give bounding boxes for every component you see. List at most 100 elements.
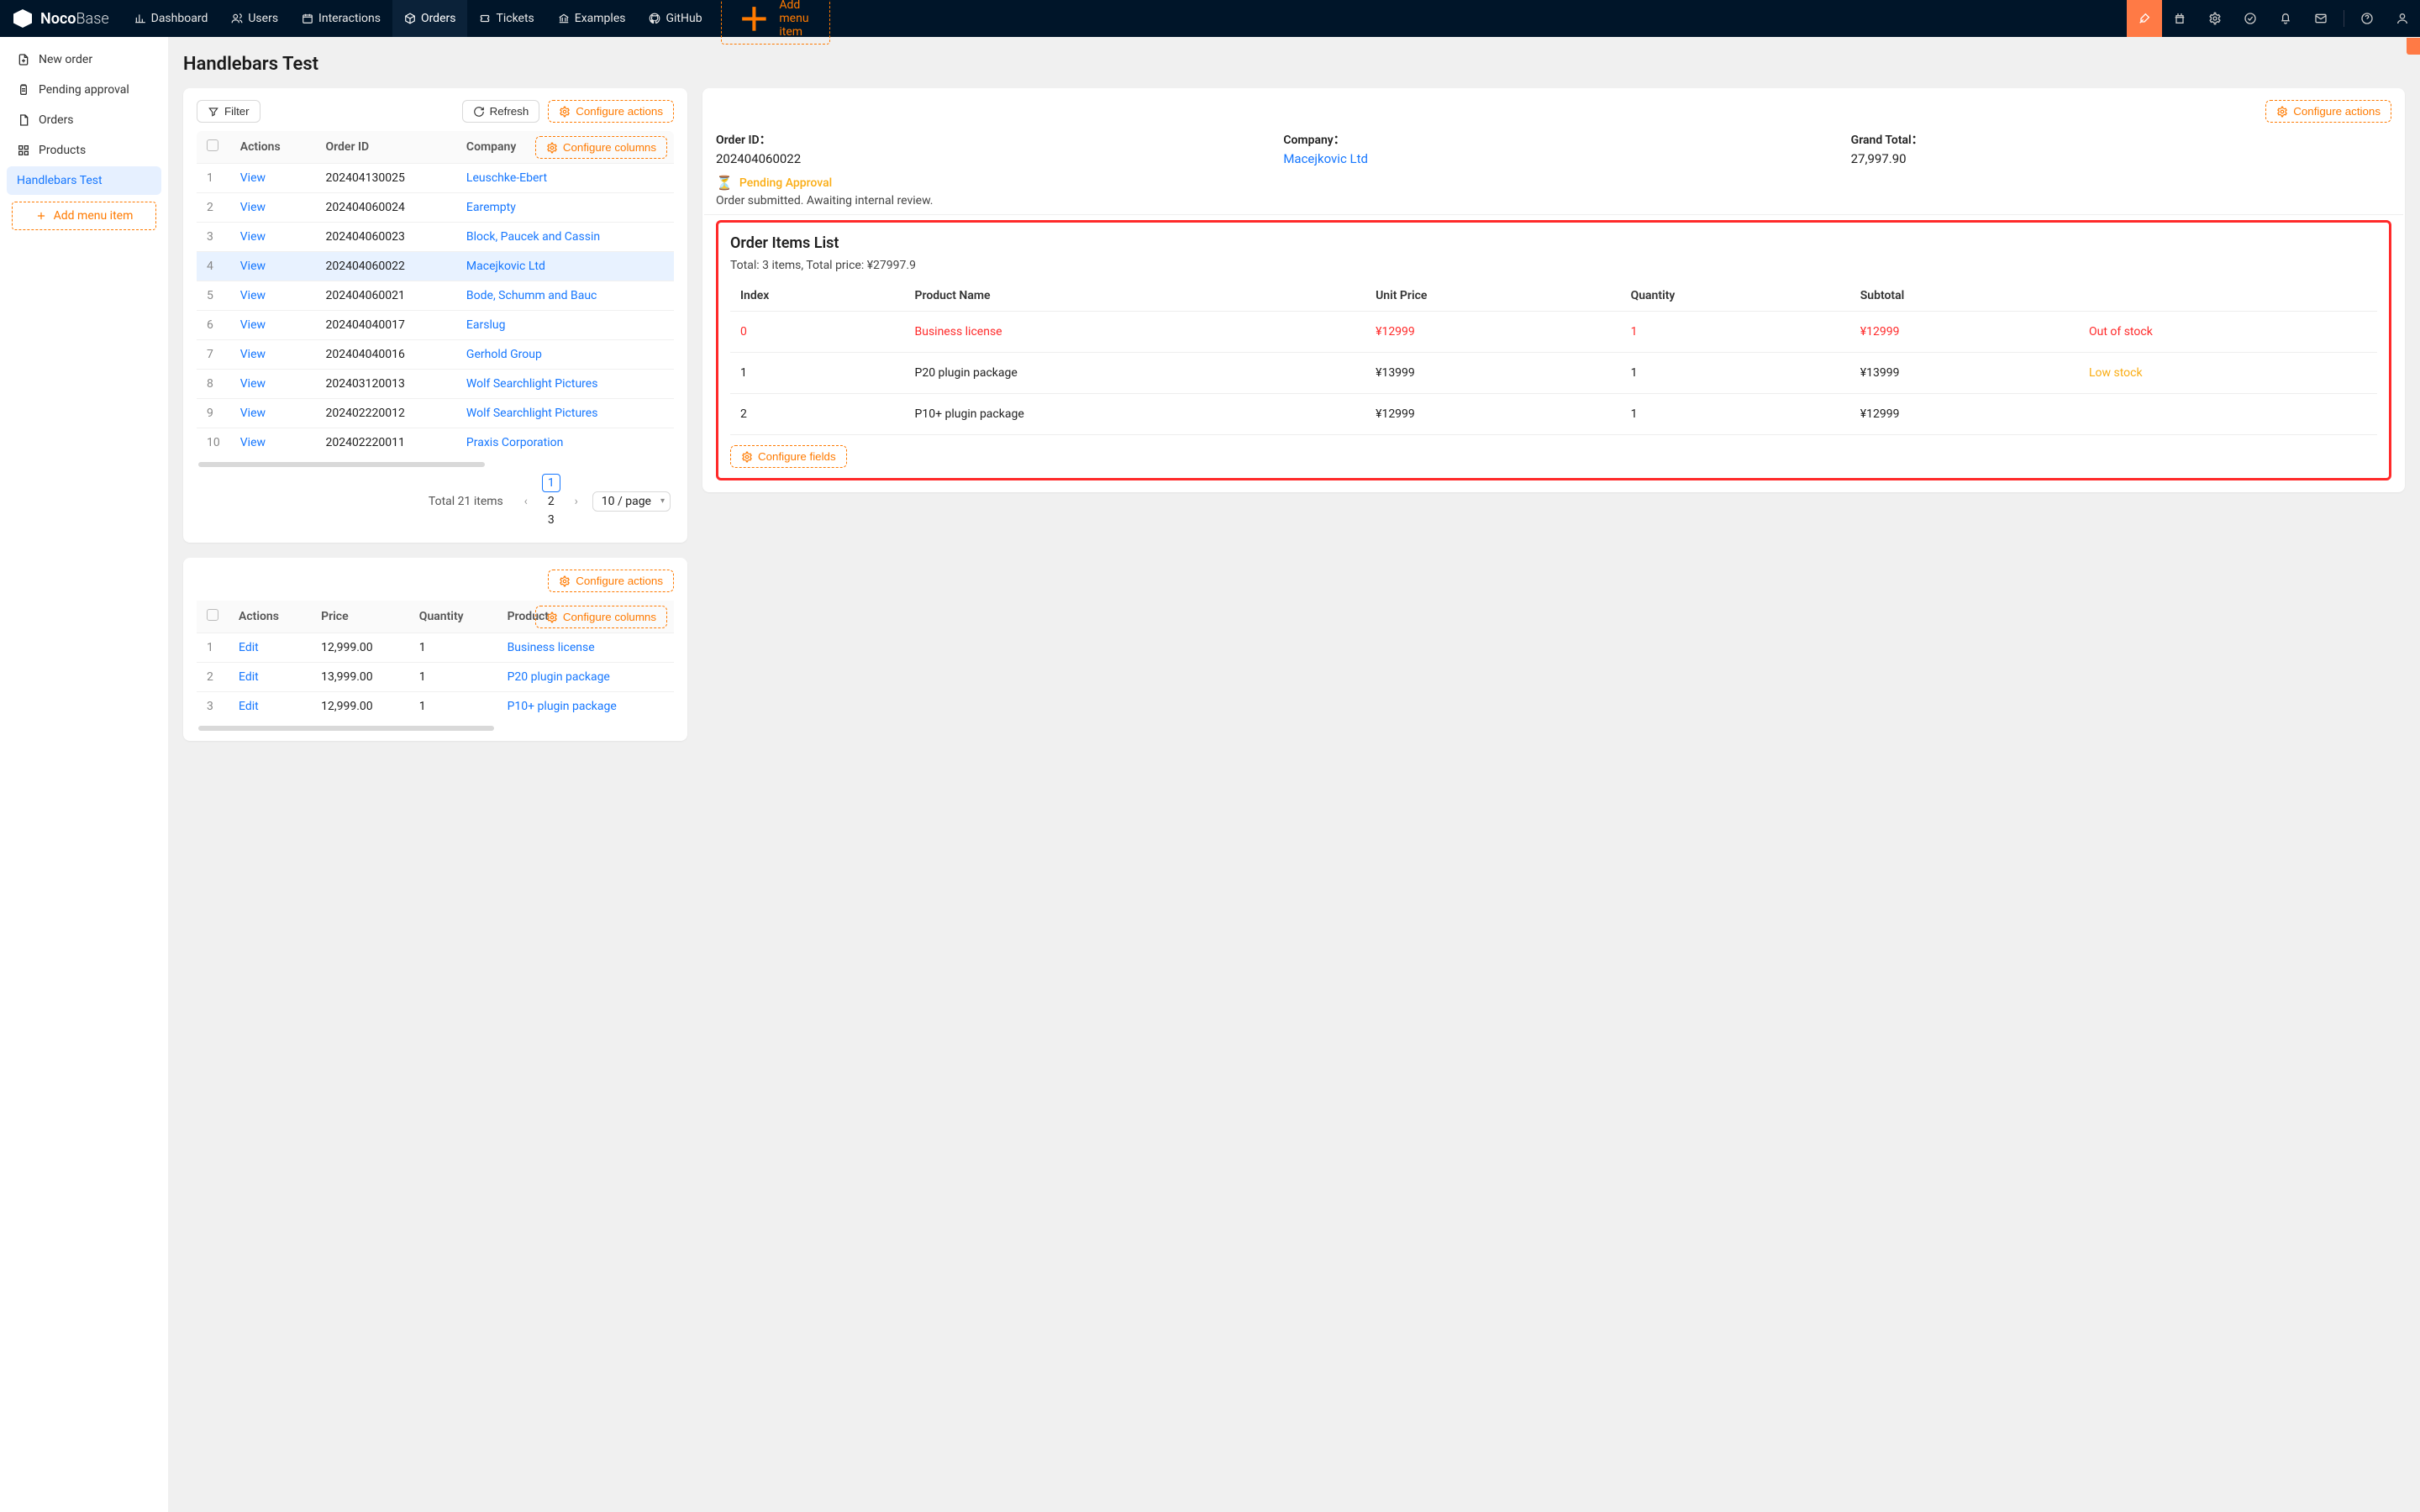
order-id-cell: 202404060024 bbox=[315, 193, 455, 223]
page-icon bbox=[17, 113, 30, 127]
table-row[interactable]: 9View202402220012Wolf Searchlight Pictur… bbox=[197, 399, 674, 428]
content-area: Handlebars Test Filter Refresh bbox=[168, 37, 2420, 1512]
product-link[interactable]: P20 plugin package bbox=[508, 670, 610, 684]
view-link[interactable]: View bbox=[240, 201, 266, 214]
view-link[interactable]: View bbox=[240, 230, 266, 244]
brand-logo[interactable]: NocoBase bbox=[0, 9, 123, 28]
item-row: 1P20 plugin package¥139991¥13999Low stoc… bbox=[730, 353, 2377, 394]
order-id-cell: 202404060022 bbox=[315, 252, 455, 281]
select-all-checkbox[interactable] bbox=[207, 609, 218, 621]
company-link[interactable]: Wolf Searchlight Pictures bbox=[466, 377, 598, 391]
company-link[interactable]: Leuschke-Ebert bbox=[466, 171, 547, 185]
topnav-item-interactions[interactable]: Interactions bbox=[290, 0, 392, 37]
row-index: 4 bbox=[197, 252, 230, 281]
page-number[interactable]: 1 bbox=[542, 474, 560, 492]
table-row[interactable]: 3View202404060023Block, Paucek and Cassi… bbox=[197, 223, 674, 252]
company-link[interactable]: Earslug bbox=[466, 318, 506, 332]
edit-link[interactable]: Edit bbox=[239, 670, 259, 684]
configure-actions-button[interactable]: Configure actions bbox=[548, 570, 674, 592]
sidebar-item-products[interactable]: Products bbox=[7, 136, 161, 165]
view-link[interactable]: View bbox=[240, 289, 266, 302]
highlight-icon[interactable] bbox=[2127, 0, 2162, 37]
add-menu-item-top[interactable]: Add menu item bbox=[721, 0, 831, 45]
topnav-item-dashboard[interactable]: Dashboard bbox=[123, 0, 220, 37]
table-row[interactable]: 1View202404130025Leuschke-Ebert bbox=[197, 164, 674, 193]
sidebar-item-label: New order bbox=[39, 53, 92, 66]
horizontal-scrollbar[interactable] bbox=[198, 726, 494, 731]
sidebar-item-handlebars-test[interactable]: Handlebars Test bbox=[7, 166, 161, 195]
page-next[interactable]: › bbox=[567, 492, 586, 511]
topnav-item-github[interactable]: GitHub bbox=[637, 0, 713, 37]
page-size-select[interactable]: 10 / page bbox=[592, 491, 671, 512]
topnav-item-tickets[interactable]: Tickets bbox=[467, 0, 545, 37]
sidebar-item-pending-approval[interactable]: Pending approval bbox=[7, 76, 161, 104]
table-row[interactable]: 7View202404040016Gerhold Group bbox=[197, 340, 674, 370]
label-grand-total: Grand Total： bbox=[1851, 131, 2391, 148]
company-link[interactable]: Macejkovic Ltd bbox=[466, 260, 545, 273]
user-icon[interactable] bbox=[2385, 0, 2420, 37]
view-link[interactable]: View bbox=[240, 377, 266, 391]
edit-link[interactable]: Edit bbox=[239, 641, 259, 654]
company-link[interactable]: Wolf Searchlight Pictures bbox=[466, 407, 598, 420]
table-row[interactable]: 5View202404060021Bode, Schumm and Bauc bbox=[197, 281, 674, 311]
table-row[interactable]: 4 View 202404060022 Macejkovic Ltd bbox=[197, 252, 674, 281]
calendar-icon bbox=[302, 13, 313, 24]
topnav-item-users[interactable]: Users bbox=[219, 0, 290, 37]
bookmark-tab-icon[interactable] bbox=[2407, 38, 2420, 55]
page-number[interactable]: 2 bbox=[542, 492, 560, 511]
page-prev[interactable]: ‹ bbox=[517, 492, 535, 511]
bell-icon[interactable] bbox=[2268, 0, 2303, 37]
configure-fields-button[interactable]: Configure fields bbox=[730, 445, 847, 468]
check-circle-icon[interactable] bbox=[2233, 0, 2268, 37]
product-link[interactable]: Business license bbox=[508, 641, 595, 654]
view-link[interactable]: View bbox=[240, 260, 266, 273]
view-link[interactable]: View bbox=[240, 436, 266, 449]
product-link[interactable]: P10+ plugin package bbox=[508, 700, 617, 713]
clipboard-icon bbox=[17, 83, 30, 97]
mail-icon[interactable] bbox=[2303, 0, 2338, 37]
view-link[interactable]: View bbox=[240, 318, 266, 332]
view-link[interactable]: View bbox=[240, 171, 266, 185]
sidebar-item-orders[interactable]: Orders bbox=[7, 106, 161, 134]
table-row[interactable]: 8View202403120013Wolf Searchlight Pictur… bbox=[197, 370, 674, 399]
refresh-button[interactable]: Refresh bbox=[462, 100, 540, 123]
company-link[interactable]: Praxis Corporation bbox=[466, 436, 563, 449]
value-company-link[interactable]: Macejkovic Ltd bbox=[1283, 151, 1823, 166]
table-row[interactable]: 3Edit12,999.001P10+ plugin package bbox=[197, 692, 674, 722]
order-id-cell: 202404060023 bbox=[315, 223, 455, 252]
refresh-icon bbox=[473, 106, 485, 118]
topnav-label: Users bbox=[248, 12, 278, 25]
configure-columns-button[interactable]: Configure columns bbox=[535, 606, 667, 628]
configure-columns-button[interactable]: Configure columns bbox=[535, 136, 667, 159]
topnav-item-examples[interactable]: Examples bbox=[546, 0, 638, 37]
order-id-cell: 202404040016 bbox=[315, 340, 455, 370]
table-row[interactable]: 2View202404060024Earempty bbox=[197, 193, 674, 223]
filter-button[interactable]: Filter bbox=[197, 100, 260, 123]
help-icon[interactable] bbox=[2349, 0, 2385, 37]
company-link[interactable]: Block, Paucek and Cassin bbox=[466, 230, 600, 244]
page-number[interactable]: 3 bbox=[542, 511, 560, 529]
plugin-icon[interactable] bbox=[2162, 0, 2197, 37]
users-icon bbox=[231, 13, 243, 24]
table-row[interactable]: 2Edit13,999.001P20 plugin package bbox=[197, 663, 674, 692]
table-row[interactable]: 6View202404040017Earslug bbox=[197, 311, 674, 340]
company-link[interactable]: Bode, Schumm and Bauc bbox=[466, 289, 597, 302]
sidebar-item-label: Pending approval bbox=[39, 83, 129, 97]
topnav-item-orders[interactable]: Orders bbox=[392, 0, 468, 37]
company-link[interactable]: Earempty bbox=[466, 201, 516, 214]
col-quantity: Quantity bbox=[1621, 281, 1850, 312]
plus-icon bbox=[734, 0, 775, 39]
edit-link[interactable]: Edit bbox=[239, 700, 259, 713]
gear-icon[interactable] bbox=[2197, 0, 2233, 37]
select-all-checkbox[interactable] bbox=[207, 139, 218, 151]
pagination: Total 21 items ‹ 123 › 10 / page bbox=[197, 465, 674, 531]
table-row[interactable]: 10View202402220011Praxis Corporation bbox=[197, 428, 674, 458]
view-link[interactable]: View bbox=[240, 348, 266, 361]
configure-actions-button[interactable]: Configure actions bbox=[2265, 100, 2391, 123]
add-menu-item-side[interactable]: Add menu item bbox=[12, 202, 156, 230]
configure-actions-button[interactable]: Configure actions bbox=[548, 100, 674, 123]
view-link[interactable]: View bbox=[240, 407, 266, 420]
table-row[interactable]: 1Edit12,999.001Business license bbox=[197, 633, 674, 663]
company-link[interactable]: Gerhold Group bbox=[466, 348, 542, 361]
sidebar-item-new-order[interactable]: New order bbox=[7, 45, 161, 74]
